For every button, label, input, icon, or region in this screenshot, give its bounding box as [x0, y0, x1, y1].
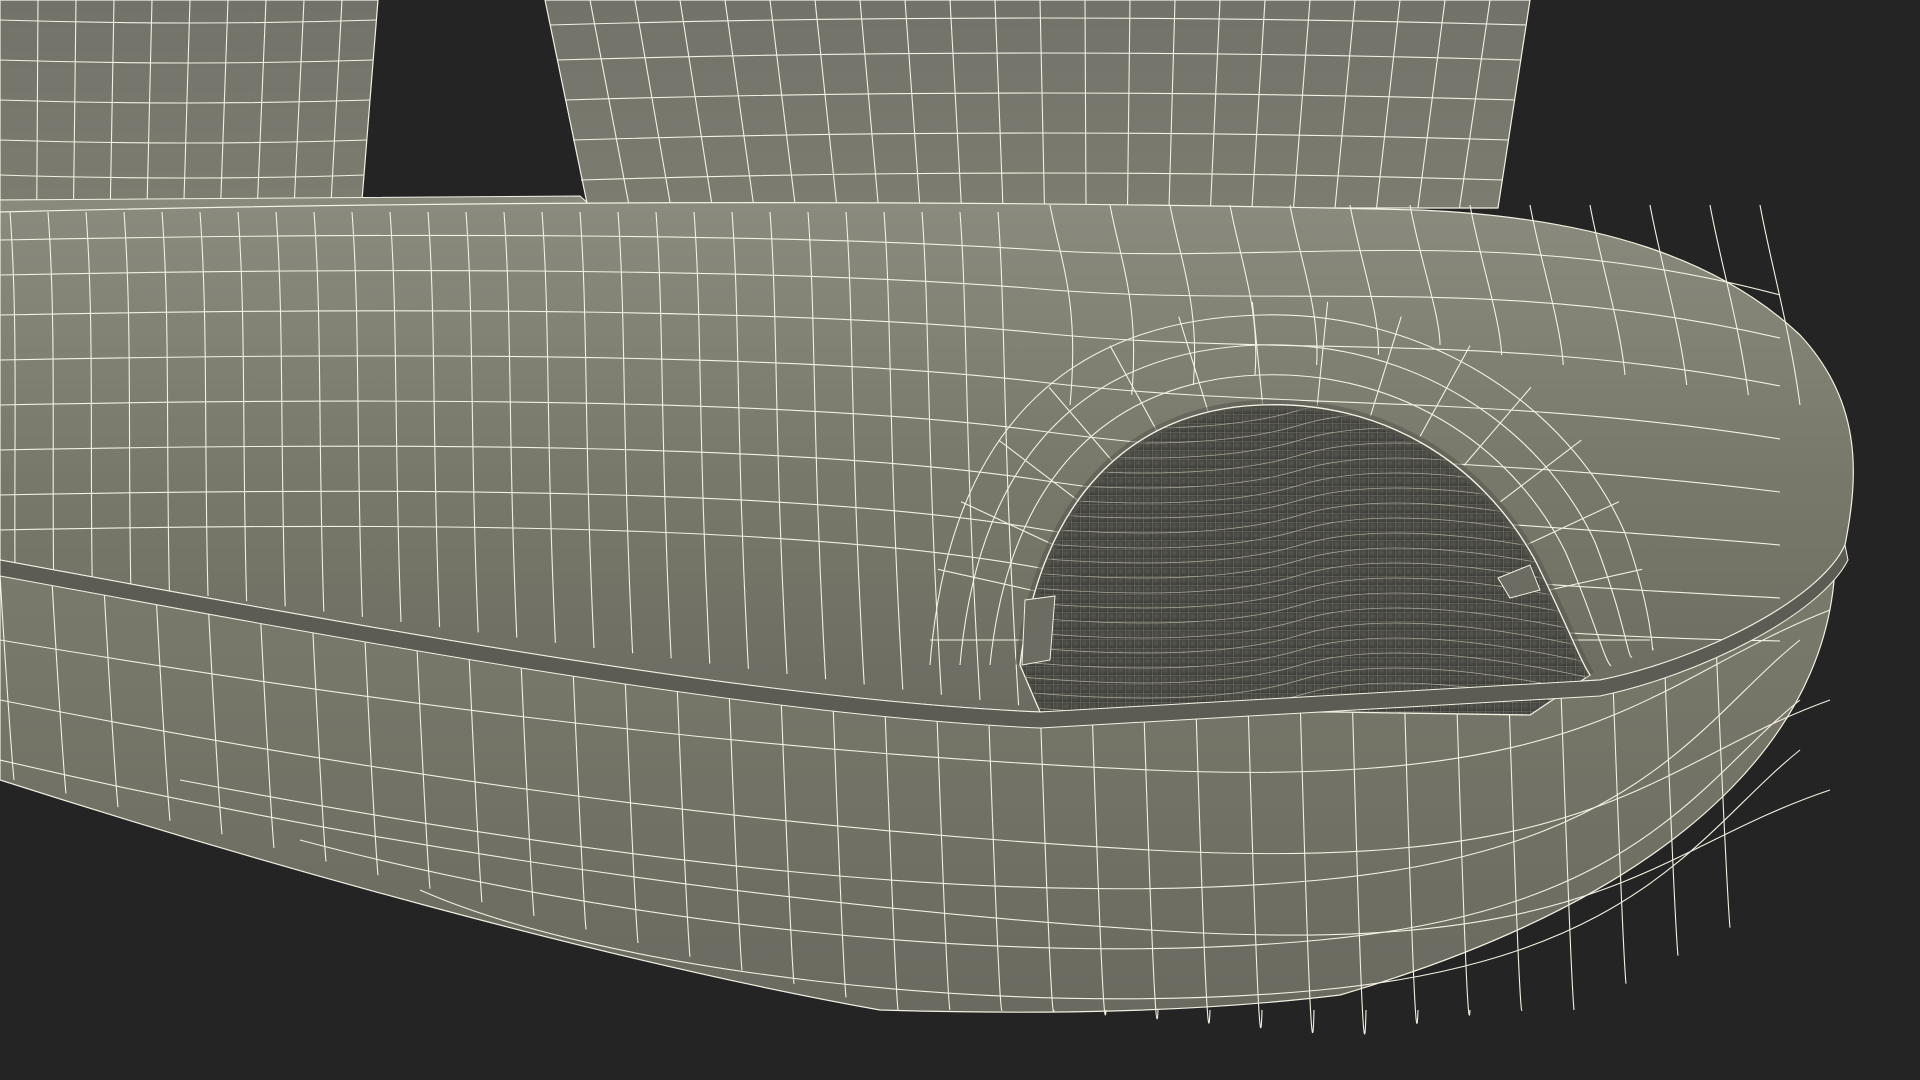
wireframe-render: [0, 0, 1854, 1035]
viewport-3d[interactable]: [0, 0, 1920, 1080]
